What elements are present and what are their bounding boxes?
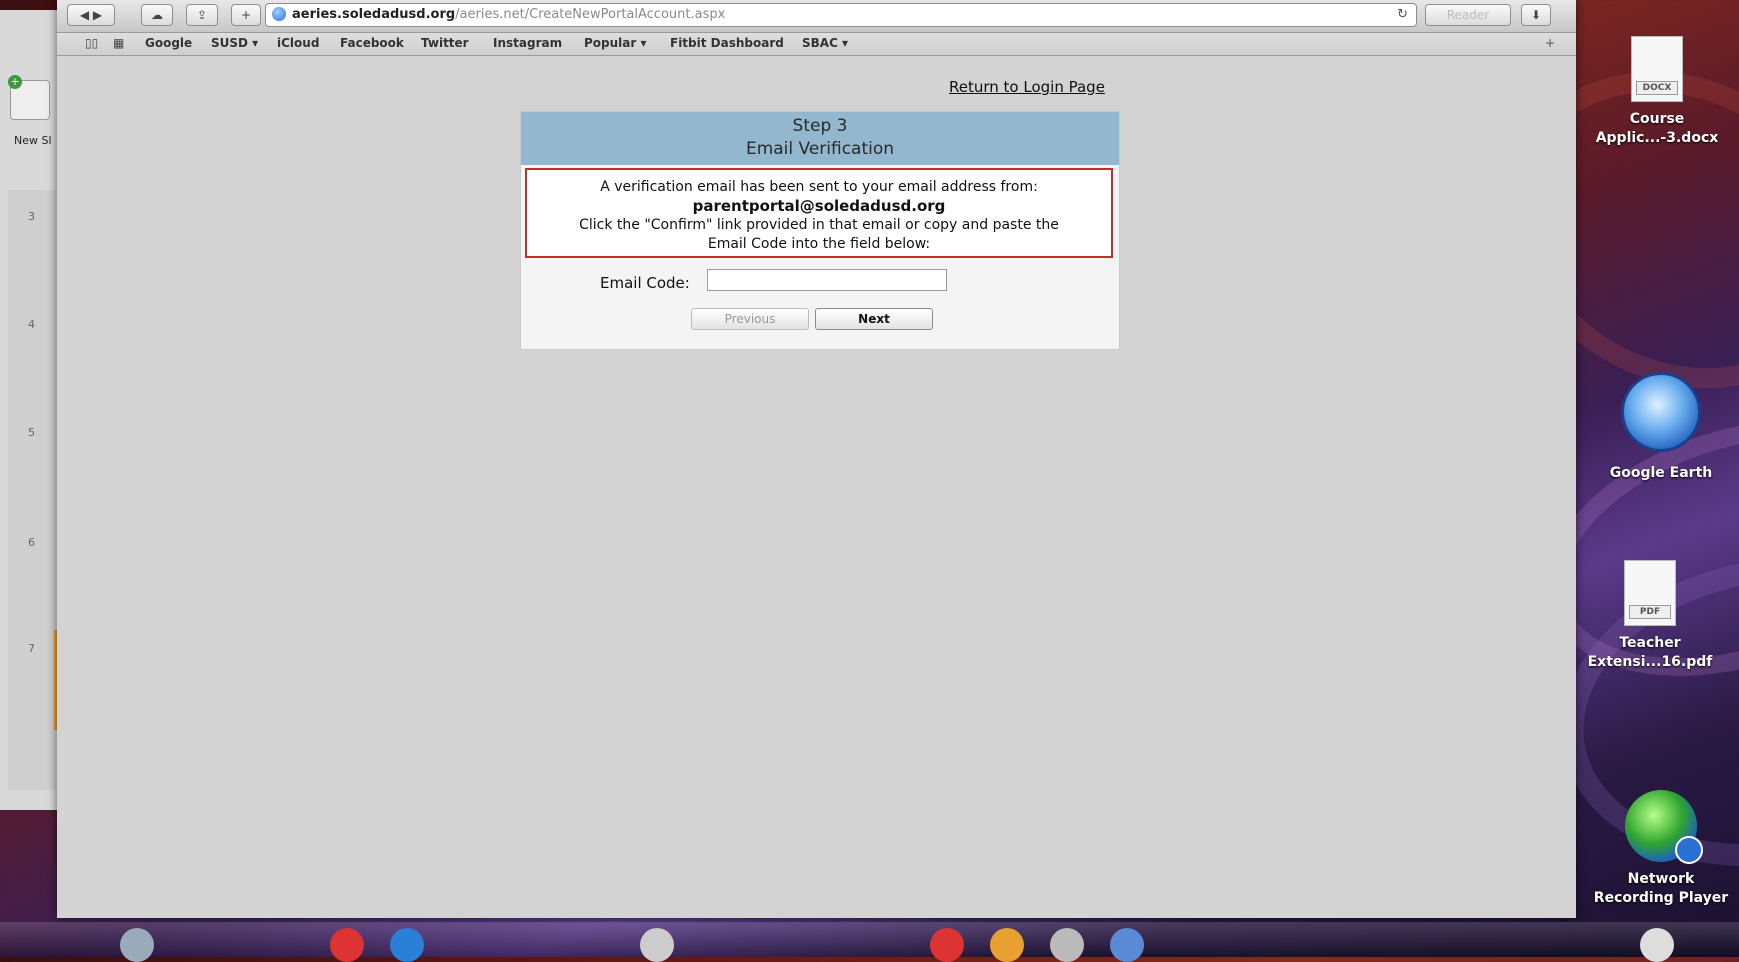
bookmark-twitter[interactable]: Twitter [421,36,469,50]
previous-button[interactable]: Previous [691,308,809,330]
new-slide-icon[interactable] [8,75,50,120]
share-icon: ⇪ [196,8,208,22]
bookmark-facebook[interactable]: Facebook [340,36,404,50]
email-code-input[interactable] [707,269,947,291]
notice-line-2: Click the "Confirm" link provided in tha… [579,217,1059,233]
slide-number: 5 [28,426,35,439]
address-bar[interactable]: aeries.soledadusd.org/aeries.net/CreateN… [265,3,1417,27]
slide-number: 4 [28,318,35,331]
new-slide-label: New Sl [14,134,52,147]
dock [0,922,1739,962]
verification-notice: A verification email has been sent to yo… [525,168,1113,258]
icon-label-line1: Network [1627,871,1695,887]
panel-header: Step 3 Email Verification [521,112,1119,165]
bookmark-sbac[interactable]: SBAC ▾ [802,36,848,50]
desktop-icon-course-docx[interactable]: DOCX Course Applic...-3.docx [1582,36,1732,148]
desktop-icon-network-recording-player[interactable]: Network Recording Player [1586,790,1736,908]
browser-toolbar: ◀ ▶ ☁ ⇪ + aeries.soledadusd.org/aeries.n… [57,0,1576,33]
url-host: aeries.soledadusd.org [292,7,456,22]
plus-icon: + [240,8,252,22]
reading-list-icon[interactable]: ▯▯ [85,36,98,50]
globe-icon [272,7,286,21]
notice-line-3: Email Code into the field below: [707,236,931,252]
new-tab-button[interactable]: + [231,4,261,26]
icon-label-line1: Google Earth [1609,465,1713,481]
slide-number: 7 [28,642,35,655]
verification-panel: Step 3 Email Verification A verification… [520,111,1120,350]
email-code-label: Email Code: [600,274,690,292]
bookmarks-bar: ▯▯ ▦ Google SUSD ▾ iCloud Facebook Twitt… [57,33,1576,56]
slide-number: 3 [28,210,35,223]
icon-label-line1: Course [1629,111,1685,127]
downloads-button[interactable]: ⬇ [1521,4,1551,26]
docx-file-icon: DOCX [1631,36,1683,102]
next-button[interactable]: Next [815,308,933,330]
icon-label-line2: Applic...-3.docx [1595,130,1719,146]
desktop-icon-google-earth[interactable]: Google Earth [1586,372,1736,483]
step-subtitle: Email Verification [745,139,895,159]
back-forward-buttons[interactable]: ◀ ▶ [67,4,115,26]
return-to-login-link[interactable]: Return to Login Page [949,78,1105,96]
bookmark-susd[interactable]: SUSD ▾ [211,36,258,50]
icon-label-line2: Recording Player [1593,890,1729,906]
icloud-tabs-button[interactable]: ☁ [141,4,173,26]
bookmark-instagram[interactable]: Instagram [493,36,562,50]
reload-icon[interactable]: ↻ [1397,4,1408,26]
icon-label-line1: Teacher [1619,635,1681,651]
download-icon: ⬇ [1530,8,1542,22]
icon-label-line2: Extensi...16.pdf [1587,654,1713,670]
top-sites-icon[interactable]: ▦ [113,36,124,50]
bookmark-google[interactable]: Google [145,36,192,50]
url-path: /aeries.net/CreateNewPortalAccount.aspx [455,7,726,22]
step-title: Step 3 [792,116,848,136]
reader-button[interactable]: Reader [1425,4,1511,26]
google-earth-icon [1621,372,1701,452]
bookmark-popular[interactable]: Popular ▾ [584,36,647,50]
notice-email: parentportal@soledadusd.org [692,197,946,215]
back-icon[interactable]: ◀ [80,8,89,22]
desktop-icon-teacher-pdf[interactable]: PDF Teacher Extensi...16.pdf [1575,560,1725,672]
slide-number: 6 [28,536,35,549]
pdf-file-icon: PDF [1624,560,1676,626]
page-content: Return to Login Page Step 3 Email Verifi… [57,56,1576,918]
notice-line-1: A verification email has been sent to yo… [600,179,1038,195]
browser-window: ◀ ▶ ☁ ⇪ + aeries.soledadusd.org/aeries.n… [57,0,1576,918]
add-bookmark-icon[interactable]: + [1545,36,1555,50]
share-button[interactable]: ⇪ [186,4,218,26]
slide-thumbnail-strip[interactable] [8,190,56,790]
network-recording-player-icon [1625,790,1703,864]
cloud-icon: ☁ [151,8,163,22]
forward-icon[interactable]: ▶ [93,8,102,22]
bookmark-icloud[interactable]: iCloud [277,36,319,50]
bookmark-fitbit-dashboard[interactable]: Fitbit Dashboard [670,36,784,50]
